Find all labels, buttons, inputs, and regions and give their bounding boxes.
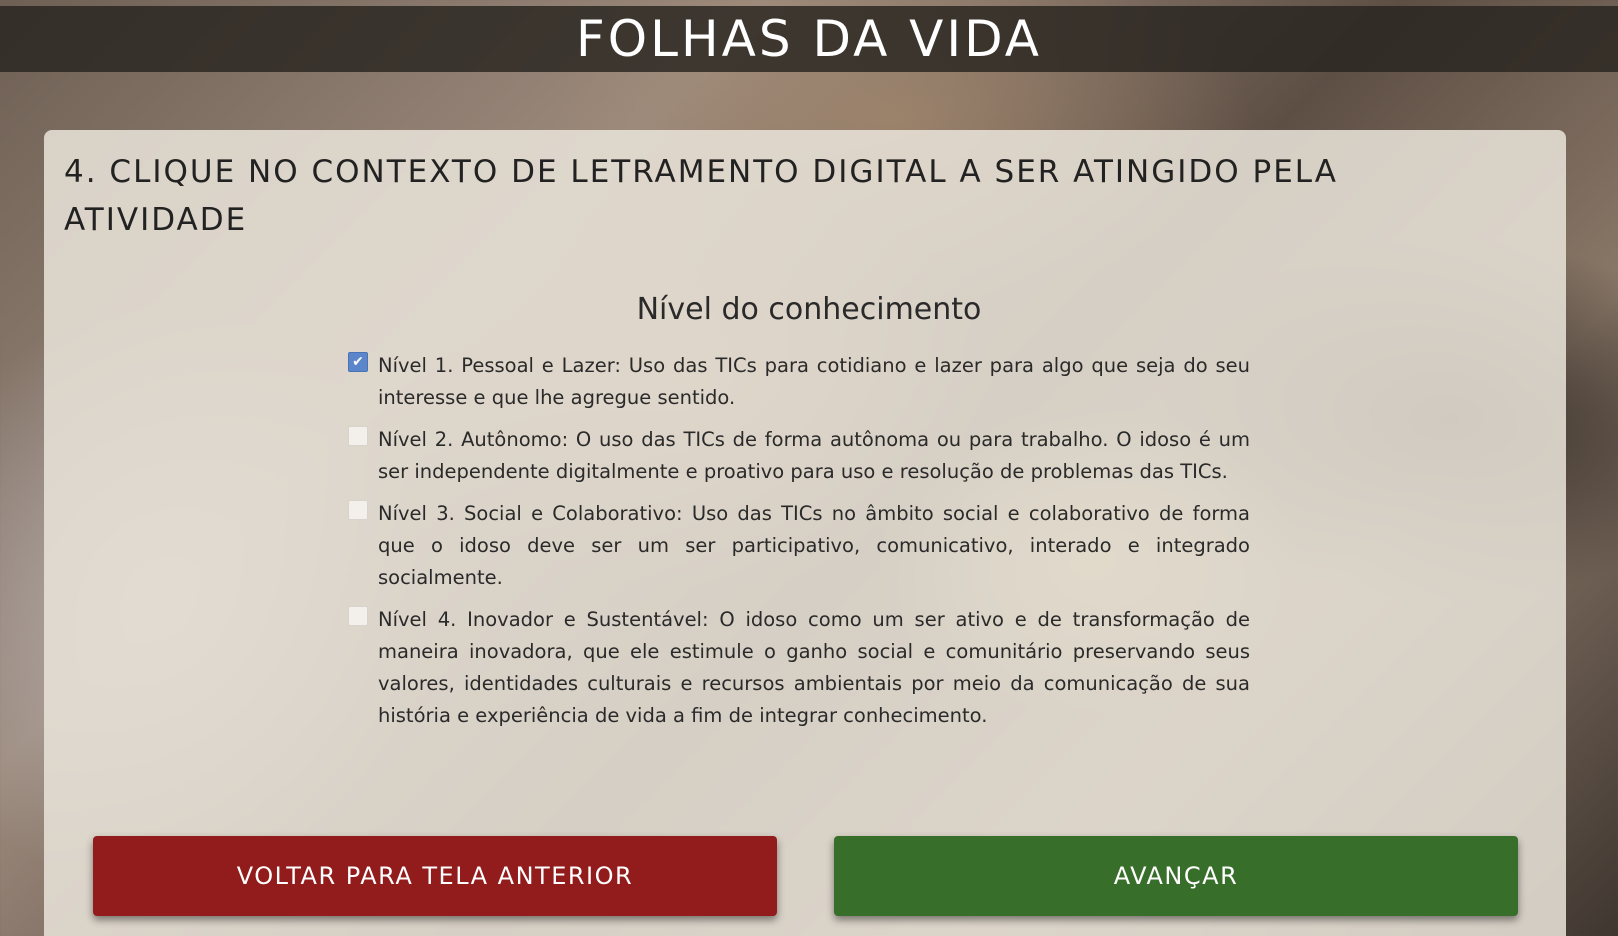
option-nivel-3[interactable]: Nível 3. Social e Colaborativo: Uso das … <box>348 498 1250 594</box>
next-button[interactable]: AVANÇAR <box>834 836 1518 916</box>
header-bar: FOLHAS DA VIDA <box>0 6 1618 72</box>
checkbox-nivel-4[interactable] <box>348 606 368 626</box>
app-title: FOLHAS DA VIDA <box>576 10 1042 68</box>
option-nivel-2[interactable]: Nível 2. Autônomo: O uso das TICs de for… <box>348 424 1250 488</box>
option-label: Nível 3. Social e Colaborativo: Uso das … <box>378 502 1250 589</box>
options-list: ✔ Nível 1. Pessoal e Lazer: Uso das TICs… <box>348 350 1250 742</box>
checkmark-icon: ✔ <box>352 354 364 370</box>
back-button[interactable]: VOLTAR PARA TELA ANTERIOR <box>93 836 777 916</box>
question-heading: 4. CLIQUE NO CONTEXTO DE LETRAMENTO DIGI… <box>64 154 1338 238</box>
option-nivel-4[interactable]: Nível 4. Inovador e Sustentável: O idoso… <box>348 604 1250 732</box>
section-title: Nível do conhecimento <box>636 292 982 327</box>
checkbox-nivel-2[interactable] <box>348 426 368 446</box>
checkbox-nivel-3[interactable] <box>348 500 368 520</box>
option-label: Nível 2. Autônomo: O uso das TICs de for… <box>378 428 1250 483</box>
option-label: Nível 4. Inovador e Sustentável: O idoso… <box>378 608 1250 727</box>
option-label: Nível 1. Pessoal e Lazer: Uso das TICs p… <box>378 354 1250 409</box>
option-nivel-1[interactable]: ✔ Nível 1. Pessoal e Lazer: Uso das TICs… <box>348 350 1250 414</box>
checkbox-nivel-1[interactable]: ✔ <box>348 352 368 372</box>
